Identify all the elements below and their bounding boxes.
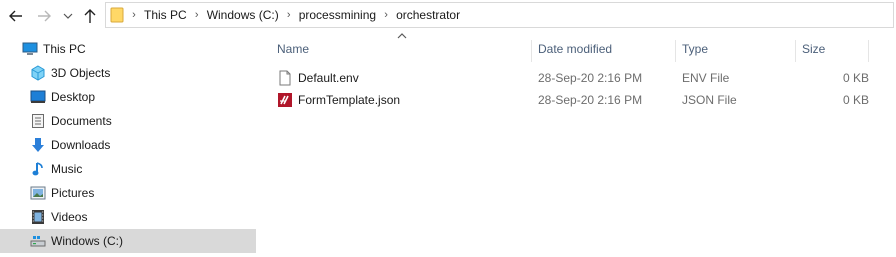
column-divider[interactable] xyxy=(795,40,796,62)
nav-item-windows-drive[interactable]: Windows (C:) xyxy=(0,229,256,253)
nav-item-label: Windows (C:) xyxy=(51,234,124,248)
3d-objects-icon xyxy=(30,65,46,81)
file-row-formtemplate-json[interactable]: FormTemplate.json 28-Sep-20 2:16 PM JSON… xyxy=(257,89,896,111)
breadcrumb-separator-icon[interactable]: › xyxy=(378,9,394,21)
breadcrumb-label: processmining xyxy=(298,8,377,22)
nav-item-music[interactable]: Music xyxy=(0,157,256,181)
file-size: 0 KB xyxy=(843,71,870,85)
breadcrumb-label: Windows (C:) xyxy=(206,8,279,22)
nav-item-videos[interactable]: Videos xyxy=(0,205,256,229)
column-header-row: Name Date modified Type Size xyxy=(257,38,896,62)
navigation-pane: This PC 3D Objects Desktop Documents Dow… xyxy=(0,37,257,257)
column-divider[interactable] xyxy=(675,40,676,62)
chevron-down-icon xyxy=(63,13,73,19)
nav-item-label: This PC xyxy=(43,42,86,56)
file-list-view: Name Date modified Type Size Default.env… xyxy=(257,31,896,257)
nav-item-label: Pictures xyxy=(51,186,95,200)
forward-button[interactable] xyxy=(34,6,54,26)
nav-item-3d-objects[interactable]: 3D Objects xyxy=(0,61,256,85)
breadcrumb-label: orchestrator xyxy=(396,8,461,22)
generic-file-icon xyxy=(279,70,291,86)
breadcrumb-separator-icon[interactable]: › xyxy=(189,9,205,21)
breadcrumb-windows-drive[interactable]: Windows (C:) xyxy=(205,8,281,22)
column-header-size[interactable]: Size xyxy=(802,38,825,60)
nav-item-pictures[interactable]: Pictures xyxy=(0,181,256,205)
nav-item-label: Desktop xyxy=(51,90,96,104)
breadcrumb-processmining[interactable]: processmining xyxy=(297,8,378,22)
arrow-left-icon xyxy=(9,10,22,22)
documents-icon xyxy=(30,113,46,129)
column-header-name[interactable]: Name xyxy=(277,38,309,60)
recent-locations-button[interactable] xyxy=(60,6,76,26)
column-header-date-modified[interactable]: Date modified xyxy=(538,38,612,60)
navigation-bar: › This PC › Windows (C:) › processmining… xyxy=(0,0,896,31)
file-type: ENV File xyxy=(682,71,730,85)
arrow-up-icon xyxy=(84,9,96,23)
file-size: 0 KB xyxy=(843,93,870,107)
back-button[interactable] xyxy=(6,6,26,26)
address-bar[interactable]: › This PC › Windows (C:) › processmining… xyxy=(105,2,894,28)
nav-item-downloads[interactable]: Downloads xyxy=(0,133,256,157)
pictures-icon xyxy=(30,185,46,201)
nav-item-label: Documents xyxy=(51,114,112,128)
file-date-modified: 28-Sep-20 2:16 PM xyxy=(538,93,643,107)
column-divider[interactable] xyxy=(868,40,869,62)
pc-icon xyxy=(22,41,38,57)
folder-icon xyxy=(110,7,126,23)
videos-icon xyxy=(30,209,46,225)
nav-item-label: Music xyxy=(51,162,83,176)
json-file-icon xyxy=(278,93,292,107)
nav-item-label: 3D Objects xyxy=(51,66,111,80)
column-divider[interactable] xyxy=(531,40,532,62)
nav-item-this-pc[interactable]: This PC xyxy=(0,37,256,61)
breadcrumb-this-pc[interactable]: This PC xyxy=(142,8,189,22)
breadcrumb-label: This PC xyxy=(144,8,187,22)
breadcrumb-separator-icon: › xyxy=(132,9,136,21)
downloads-icon xyxy=(30,137,46,153)
breadcrumb-orchestrator[interactable]: orchestrator xyxy=(394,8,462,22)
breadcrumb-separator-icon[interactable]: › xyxy=(281,9,297,21)
file-row-default-env[interactable]: Default.env 28-Sep-20 2:16 PM ENV File 0… xyxy=(257,67,896,89)
music-icon xyxy=(30,161,46,177)
nav-item-desktop[interactable]: Desktop xyxy=(0,85,256,109)
up-button[interactable] xyxy=(80,6,100,26)
file-name[interactable]: Default.env xyxy=(298,67,359,89)
file-type: JSON File xyxy=(682,93,737,107)
arrow-right-icon xyxy=(38,10,51,22)
file-name[interactable]: FormTemplate.json xyxy=(298,89,400,111)
desktop-icon xyxy=(30,89,46,105)
column-header-type[interactable]: Type xyxy=(682,38,708,60)
nav-item-label: Videos xyxy=(51,210,88,224)
nav-item-documents[interactable]: Documents xyxy=(0,109,256,133)
nav-item-label: Downloads xyxy=(51,138,111,152)
drive-icon xyxy=(30,233,46,249)
file-date-modified: 28-Sep-20 2:16 PM xyxy=(538,71,643,85)
